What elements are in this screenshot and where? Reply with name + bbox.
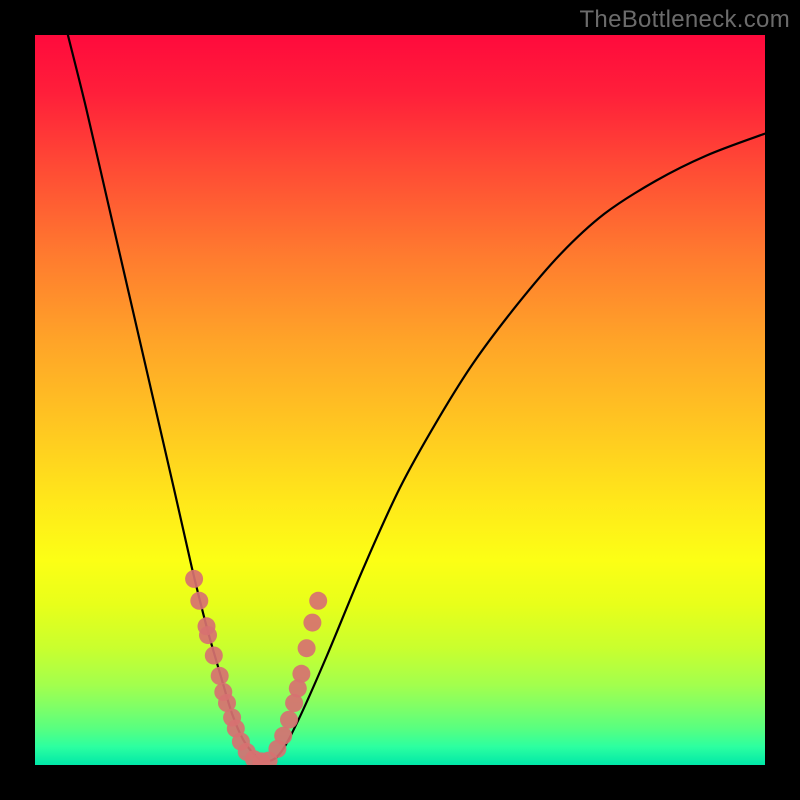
bottleneck-curve — [68, 35, 765, 761]
data-point — [185, 570, 203, 588]
data-point — [309, 592, 327, 610]
data-point — [199, 626, 217, 644]
data-point — [205, 647, 223, 665]
curve-svg — [35, 35, 765, 765]
data-point — [190, 592, 208, 610]
chart-frame: TheBottleneck.com — [0, 0, 800, 800]
watermark-text: TheBottleneck.com — [579, 6, 790, 34]
data-point — [280, 711, 298, 729]
plot-area — [35, 35, 765, 765]
data-point — [274, 727, 292, 745]
data-point — [303, 614, 321, 632]
data-point — [298, 639, 316, 657]
data-point — [292, 665, 310, 683]
data-point — [211, 667, 229, 685]
data-points — [185, 570, 327, 765]
